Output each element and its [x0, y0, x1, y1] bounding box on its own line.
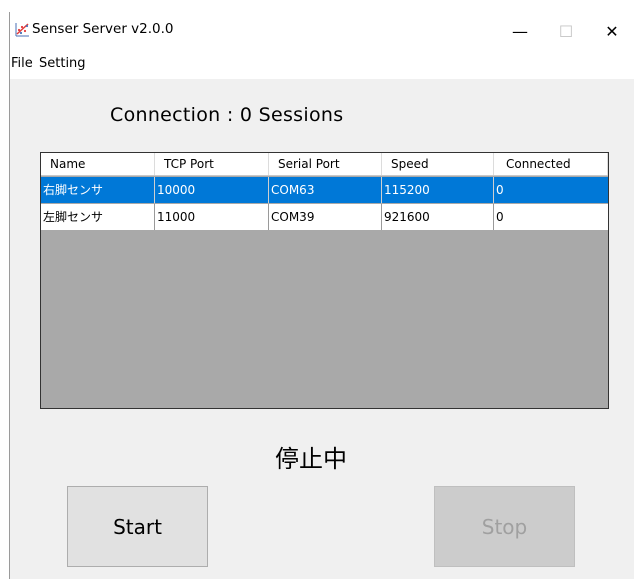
- cell-connected: 0: [496, 183, 504, 197]
- connection-status-label: Connection : 0 Sessions: [110, 104, 344, 126]
- start-button[interactable]: Start: [67, 486, 208, 567]
- cell-tcp-port: 10000: [155, 177, 269, 203]
- cell-speed: 921600: [382, 204, 494, 230]
- cell-tcp-port: 11000: [155, 204, 269, 230]
- cell-serial-port: COM39: [269, 204, 382, 230]
- cell-serial-port: COM63: [269, 177, 382, 203]
- column-header-tcp-port[interactable]: TCP Port: [155, 153, 269, 175]
- table-row[interactable]: 右脚センサ 10000 COM63 115200 0: [41, 177, 608, 203]
- window-title: Senser Server v2.0.0: [32, 21, 174, 37]
- list-header: Name TCP Port Serial Port Speed Connecte…: [41, 153, 608, 176]
- cell-connected: 0: [496, 210, 504, 224]
- column-header-speed[interactable]: Speed: [382, 153, 494, 175]
- column-header-name[interactable]: Name: [41, 153, 155, 175]
- menu-bar: File Setting: [10, 50, 634, 79]
- close-button[interactable]: ✕: [589, 12, 634, 50]
- menu-file[interactable]: File: [11, 56, 33, 71]
- menu-setting[interactable]: Setting: [39, 56, 86, 71]
- server-status-label: 停止中: [275, 445, 347, 473]
- cell-speed: 115200: [382, 177, 494, 203]
- minimize-button[interactable]: —: [497, 12, 543, 50]
- cell-name: 右脚センサ: [41, 177, 155, 203]
- stop-button[interactable]: Stop: [434, 486, 575, 567]
- title-bar[interactable]: Senser Server v2.0.0 — ☐ ✕: [10, 12, 634, 50]
- maximize-button[interactable]: ☐: [543, 12, 589, 50]
- column-header-connected[interactable]: Connected: [494, 153, 608, 175]
- app-window: Senser Server v2.0.0 — ☐ ✕ File Setting …: [9, 12, 634, 579]
- scatter-graph-icon: [15, 23, 29, 37]
- table-row[interactable]: 左脚センサ 11000 COM39 921600 0: [41, 204, 608, 230]
- column-header-serial-port[interactable]: Serial Port: [269, 153, 382, 175]
- sensor-list[interactable]: Name TCP Port Serial Port Speed Connecte…: [40, 152, 609, 409]
- cell-name: 左脚センサ: [41, 204, 155, 230]
